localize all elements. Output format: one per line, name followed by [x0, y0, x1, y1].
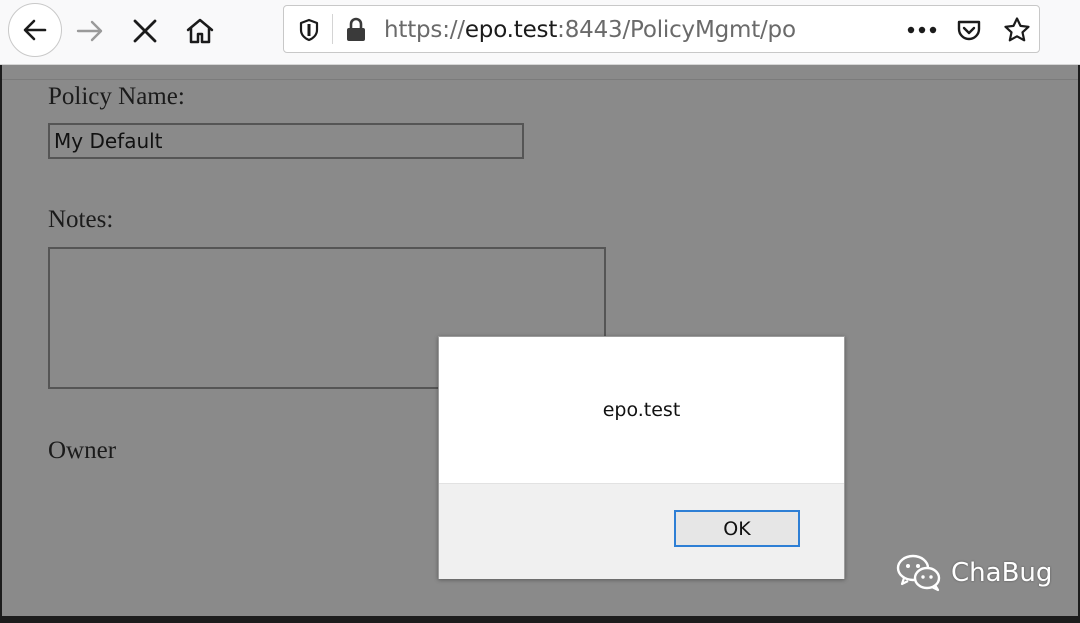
star-icon: [1004, 17, 1030, 42]
url-bar[interactable]: https://epo.test:8443/PolicyMgmt/policyD…: [283, 5, 1040, 53]
home-button[interactable]: [174, 5, 226, 57]
pocket-button[interactable]: [950, 6, 988, 54]
url-prefix: https://: [384, 17, 465, 43]
stop-icon: [133, 19, 157, 43]
ok-button[interactable]: OK: [674, 510, 800, 547]
url-path: :8443/PolicyMgmt/policyDetailsC: [557, 17, 796, 43]
url-host: epo.test: [464, 17, 558, 43]
more-icon: [907, 26, 937, 34]
home-icon: [186, 18, 214, 44]
bookmark-button[interactable]: [998, 6, 1036, 54]
wechat-icon: [896, 554, 941, 592]
policy-name-input[interactable]: My Default: [48, 123, 524, 159]
page-actions-button[interactable]: [902, 6, 942, 54]
watermark-text: ChaBug: [951, 558, 1053, 588]
alert-footer: OK: [439, 483, 844, 579]
alert-message: epo.test: [602, 399, 681, 421]
pocket-icon: [957, 20, 981, 41]
notes-label: Notes:: [48, 206, 114, 233]
shield-icon: [299, 18, 319, 42]
alert-dialog: epo.test OK: [438, 336, 845, 579]
forward-arrow-icon: [76, 20, 103, 42]
watermark: ChaBug: [895, 548, 1052, 598]
lock-icon: [347, 17, 365, 41]
site-info-button[interactable]: [340, 6, 372, 54]
stop-button[interactable]: [119, 5, 171, 57]
back-button[interactable]: [8, 3, 62, 57]
policy-name-label: Policy Name:: [48, 83, 185, 110]
back-arrow-icon: [23, 19, 47, 41]
forward-button[interactable]: [64, 5, 116, 57]
owner-label: Owner: [48, 437, 117, 464]
browser-toolbar: https://epo.test:8443/PolicyMgmt/policyD…: [0, 0, 1080, 65]
page-divider: [2, 79, 1078, 80]
url-text[interactable]: https://epo.test:8443/PolicyMgmt/policyD…: [384, 6, 796, 54]
tracking-protection-button[interactable]: [294, 6, 324, 54]
url-divider: [332, 14, 333, 44]
